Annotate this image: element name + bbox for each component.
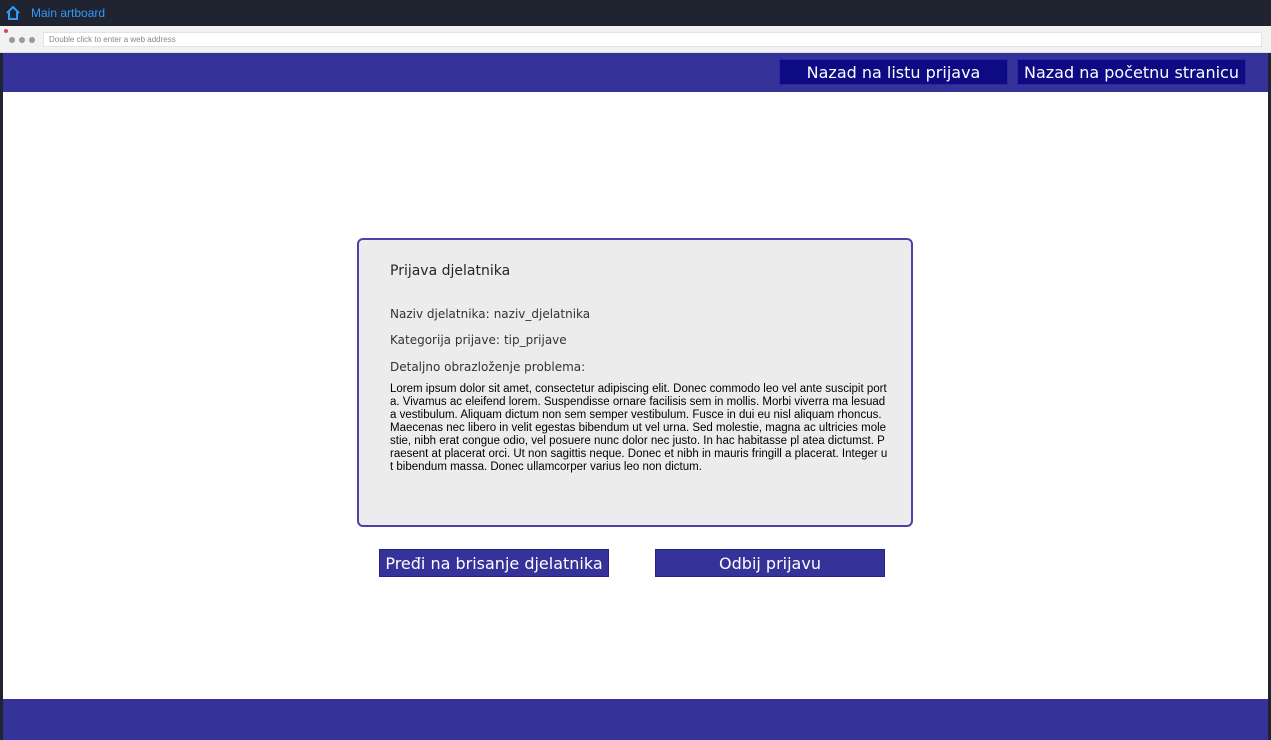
back-to-home-button[interactable]: Nazad na početnu stranicu: [1017, 59, 1246, 85]
reject-report-button[interactable]: Odbij prijavu: [655, 549, 885, 577]
employee-value: naziv_djelatnika: [493, 307, 591, 321]
back-to-list-button[interactable]: Nazad na listu prijava: [779, 59, 1008, 85]
category-value: tip_prijave: [503, 333, 567, 347]
window-dot-icon[interactable]: [29, 37, 35, 43]
employee-label: Naziv djelatnika:: [390, 307, 490, 321]
category-label: Kategorija prijave:: [390, 333, 500, 347]
report-title: Prijava djelatnika: [390, 263, 511, 279]
browser-chrome: Double click to enter a web address: [0, 26, 1271, 53]
home-icon[interactable]: [5, 5, 21, 21]
window-controls: [9, 37, 35, 43]
window-dot-icon[interactable]: [19, 37, 25, 43]
artboard-title[interactable]: Main artboard: [31, 6, 105, 20]
category-field: Kategorija prijave: tip_prijave: [390, 333, 567, 347]
delete-employee-button[interactable]: Pređi na brisanje djelatnika: [379, 549, 609, 577]
record-indicator-icon: [4, 29, 8, 33]
problem-description: Lorem ipsum dolor sit amet, consectetur …: [390, 383, 888, 473]
address-bar[interactable]: Double click to enter a web address: [43, 32, 1262, 47]
window-dot-icon[interactable]: [9, 37, 15, 43]
employee-field: Naziv djelatnika: naziv_djelatnika: [390, 307, 590, 321]
detail-label: Detaljno obrazloženje problema:: [390, 360, 586, 374]
top-toolbar: Main artboard: [0, 0, 1271, 26]
footer-bar: [3, 699, 1268, 740]
report-card: Prijava djelatnika Naziv djelatnika: nazi…: [357, 238, 913, 527]
header-bar: Nazad na listu prijava Nazad na početnu …: [3, 53, 1268, 92]
